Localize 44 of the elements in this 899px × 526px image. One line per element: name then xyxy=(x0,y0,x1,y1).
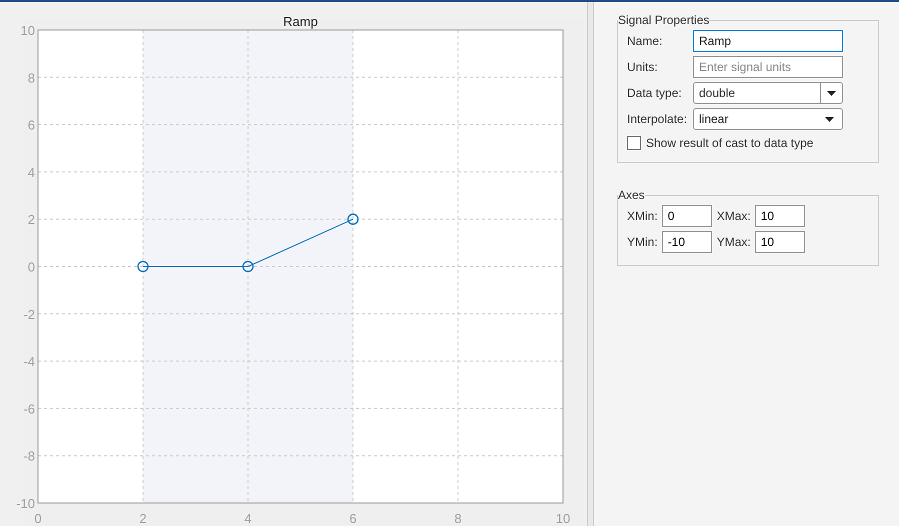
y-tick-label: 4 xyxy=(28,164,35,180)
combo-box[interactable]: double xyxy=(693,82,843,104)
group-title: Axes xyxy=(618,189,645,201)
field-label: YMin: xyxy=(627,234,658,251)
data-point[interactable] xyxy=(137,260,149,272)
x-tick-label: 8 xyxy=(454,511,462,526)
field-label: Units: xyxy=(627,59,659,76)
y-tick-label: 10 xyxy=(20,23,35,38)
field-label: YMax: xyxy=(716,234,751,251)
dropdown[interactable]: linear xyxy=(693,108,843,130)
y-tick-label: 6 xyxy=(28,118,35,133)
group-title: Signal Properties xyxy=(618,14,710,26)
input-field[interactable]: 0 xyxy=(662,205,712,227)
x-tick-label: 2 xyxy=(139,511,147,526)
y-tick-label: 2 xyxy=(28,212,35,228)
y-tick-label: 0 xyxy=(28,260,35,274)
x-tick-label: 10 xyxy=(556,511,570,526)
input-field[interactable]: 10 xyxy=(754,205,805,227)
y-tick-label: -10 xyxy=(16,496,35,511)
y-tick-label: -6 xyxy=(23,401,35,416)
y-tick-label: 8 xyxy=(28,70,35,86)
data-point[interactable] xyxy=(242,260,254,272)
field-label: XMin: xyxy=(627,208,658,225)
x-tick-label: 6 xyxy=(349,511,357,526)
input-field[interactable]: 10 xyxy=(754,231,805,253)
x-tick-label: 4 xyxy=(244,511,252,526)
x-tick-label: 0 xyxy=(34,511,42,526)
field-label: Data type: xyxy=(627,85,683,102)
field-label: Name: xyxy=(627,33,664,50)
input-field[interactable]: -10 xyxy=(662,231,712,253)
chart-title: Ramp xyxy=(283,14,318,29)
field-label: XMax: xyxy=(716,208,751,225)
input-field[interactable]: Ramp xyxy=(693,30,843,52)
y-tick-label: -4 xyxy=(23,354,35,370)
y-tick-label: -2 xyxy=(23,306,35,322)
combo-value: double xyxy=(698,85,736,102)
input-field[interactable]: Enter signal units xyxy=(693,56,843,78)
data-point[interactable] xyxy=(347,214,359,225)
y-tick-label: -8 xyxy=(23,448,35,464)
field-label: Interpolate: xyxy=(627,111,688,128)
checkbox[interactable] xyxy=(627,136,641,150)
caret-icon xyxy=(825,116,834,122)
caret-icon xyxy=(827,90,836,96)
checkbox-label: Show result of cast to data type xyxy=(646,135,814,152)
